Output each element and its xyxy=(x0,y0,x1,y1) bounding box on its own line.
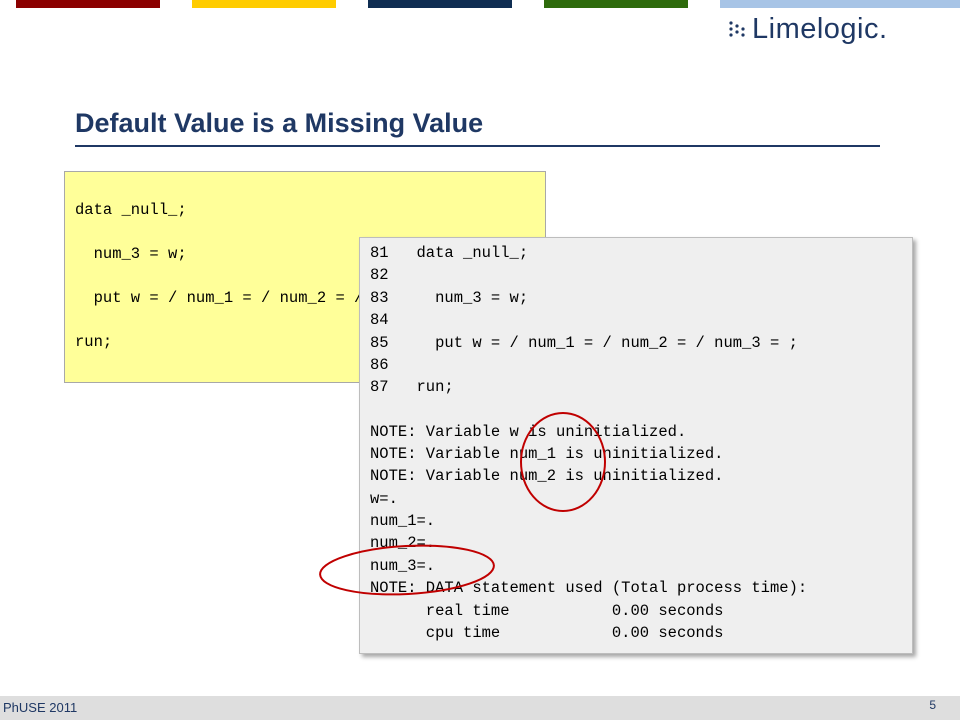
log-line: NOTE: Variable num_2 is uninitialized. xyxy=(370,467,724,485)
log-line: num_1=. xyxy=(370,512,436,530)
log-line: NOTE: Variable w is uninitialized. xyxy=(370,423,687,441)
page-number: 5 xyxy=(929,698,936,712)
log-line: 87 run; xyxy=(370,378,454,396)
footer-bar: PhUSE 2011 5 xyxy=(0,696,960,720)
log-line: real time 0.00 seconds xyxy=(370,602,724,620)
log-line: 81 data _null_; xyxy=(370,244,529,262)
log-line: 82 xyxy=(370,266,389,284)
top-bar-red xyxy=(16,0,160,8)
code-line: data _null_; xyxy=(75,201,187,219)
log-line: w=. xyxy=(370,490,398,508)
log-line: 84 xyxy=(370,311,389,329)
slide-title: Default Value is a Missing Value xyxy=(75,108,484,138)
log-line: 83 num_3 = w; xyxy=(370,289,529,307)
code-line: run; xyxy=(75,333,113,351)
top-bar-green xyxy=(544,0,688,8)
log-line: NOTE: Variable num_1 is uninitialized. xyxy=(370,445,724,463)
logo-text: Limelogic. xyxy=(752,13,888,45)
log-line: cpu time 0.00 seconds xyxy=(370,624,724,642)
top-bar-lightblue xyxy=(720,0,960,8)
top-bar-yellow xyxy=(192,0,336,8)
log-line: num_2=. xyxy=(370,534,436,552)
log-line: NOTE: DATA statement used (Total process… xyxy=(370,579,808,597)
footer-conference: PhUSE 2011 xyxy=(3,700,78,715)
sas-log-box: 81 data _null_; 82 83 num_3 = w; 84 85 p… xyxy=(359,237,913,654)
top-bar-navy xyxy=(368,0,512,8)
log-line: 85 put w = / num_1 = / num_2 = / num_3 =… xyxy=(370,334,798,352)
log-line: 86 xyxy=(370,356,389,374)
code-line: num_3 = w; xyxy=(75,245,187,263)
grid-dots-icon xyxy=(729,21,745,37)
limelogic-logo: Limelogic. xyxy=(728,12,956,46)
log-line: num_3=. xyxy=(370,557,436,575)
title-underline xyxy=(75,145,880,147)
